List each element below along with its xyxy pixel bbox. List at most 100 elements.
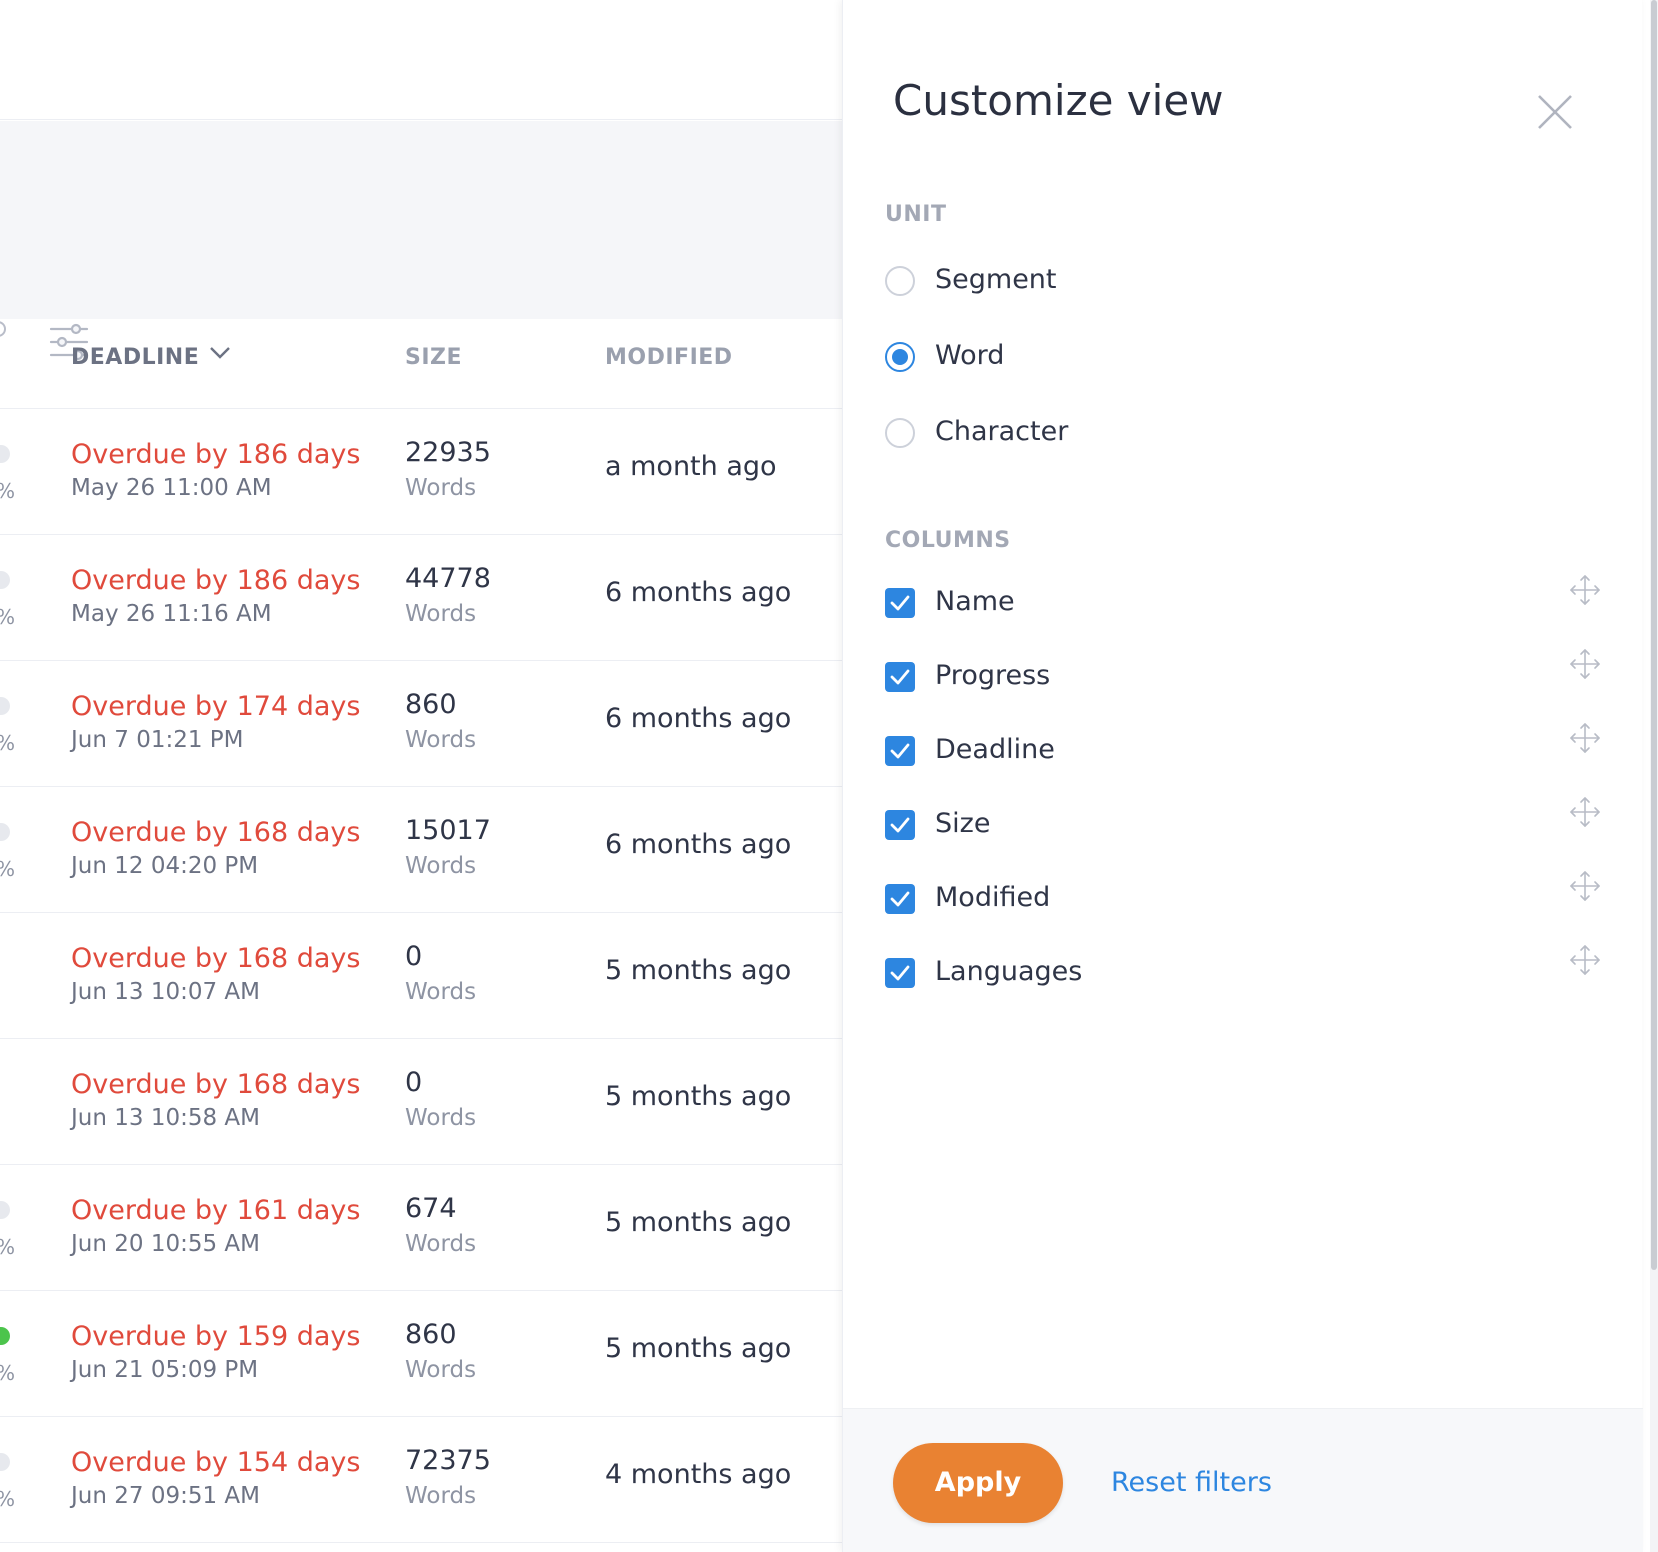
size-value: 72375 <box>405 1445 491 1476</box>
progress-dot <box>0 1453 10 1471</box>
table-row[interactable]: Overdue by 168 days Jun 13 10:58 AM 0 Wo… <box>0 1039 842 1165</box>
progress-dot <box>0 445 10 463</box>
modified-time: 5 months ago <box>605 1207 792 1238</box>
size-value: 15017 <box>405 815 491 846</box>
checkbox[interactable] <box>885 736 915 766</box>
size-unit: Words <box>405 1357 477 1383</box>
table-row[interactable]: % Overdue by 161 days Jun 20 10:55 AM 674… <box>0 1165 842 1291</box>
modified-time: 6 months ago <box>605 703 792 734</box>
top-bar <box>0 0 842 120</box>
unit-option-label: Segment <box>935 264 1057 295</box>
size-value: 860 <box>405 689 457 720</box>
drag-handle-icon[interactable] <box>1569 648 1601 680</box>
apply-button[interactable]: Apply <box>893 1443 1063 1523</box>
table-row[interactable]: Overdue by 168 days Jun 13 10:07 AM 0 Wo… <box>0 913 842 1039</box>
progress-dot <box>0 1201 10 1219</box>
deadline-date: Jun 13 10:58 AM <box>71 1105 260 1131</box>
column-header-deadline[interactable]: DEADLINE <box>71 345 231 370</box>
deadline-overdue-text: Overdue by 161 days <box>71 1195 361 1226</box>
deadline-overdue-text: Overdue by 174 days <box>71 691 361 722</box>
size-unit: Words <box>405 853 477 879</box>
progress-dot <box>0 1327 10 1345</box>
customize-view-panel: Customize view UNIT Segment Word Charact… <box>842 0 1643 1552</box>
column-option-label: Name <box>935 586 1015 617</box>
progress-percent: % <box>0 605 15 629</box>
size-value: 0 <box>405 1067 423 1098</box>
size-unit: Words <box>405 727 477 753</box>
column-option-label: Size <box>935 808 991 839</box>
size-unit: Words <box>405 1483 477 1509</box>
drag-handle-icon[interactable] <box>1569 870 1601 902</box>
checkbox[interactable] <box>885 958 915 988</box>
progress-percent: % <box>0 1235 15 1259</box>
scrollbar[interactable] <box>1650 0 1658 1552</box>
progress-dot <box>0 697 10 715</box>
table-row[interactable]: % Overdue by 154 days Jun 27 09:51 AM 723… <box>0 1417 842 1543</box>
size-value: 44778 <box>405 563 491 594</box>
columns-section-label: COLUMNS <box>885 528 1011 553</box>
size-unit: Words <box>405 1105 477 1131</box>
column-option-name: Name <box>885 575 1605 626</box>
checkbox[interactable] <box>885 588 915 618</box>
projects-table-area: DEADLINE SIZE MODIFIED % Overdue by 186 d… <box>0 0 842 1552</box>
progress-percent: % <box>0 479 15 503</box>
size-value: 674 <box>405 1193 457 1224</box>
checkbox[interactable] <box>885 884 915 914</box>
panel-title: Customize view <box>893 76 1224 125</box>
reset-filters-link[interactable]: Reset filters <box>1111 1467 1272 1498</box>
column-option-progress: Progress <box>885 649 1605 700</box>
progress-percent: % <box>0 857 15 881</box>
column-option-deadline: Deadline <box>885 723 1605 774</box>
column-option-label: Languages <box>935 956 1083 987</box>
scrollbar-thumb[interactable] <box>1651 0 1657 1270</box>
drag-handle-icon[interactable] <box>1569 796 1601 828</box>
table-row[interactable]: %Overdue by 174 days Jun 7 01:21 PM 860 … <box>0 661 842 787</box>
deadline-overdue-text: Overdue by 186 days <box>71 565 361 596</box>
radio-button[interactable] <box>885 342 915 372</box>
size-value: 0 <box>405 941 423 972</box>
drag-handle-icon[interactable] <box>1569 944 1601 976</box>
column-header-deadline-label: DEADLINE <box>71 345 200 370</box>
column-option-label: Progress <box>935 660 1051 691</box>
modified-time: 6 months ago <box>605 577 792 608</box>
checkbox[interactable] <box>885 810 915 840</box>
progress-percent: % <box>0 1487 15 1511</box>
checkbox[interactable] <box>885 662 915 692</box>
progress-dot <box>0 823 10 841</box>
modified-time: 6 months ago <box>605 829 792 860</box>
table-row[interactable]: % Overdue by 186 days May 26 11:00 AM 229… <box>0 409 842 535</box>
size-value: 860 <box>405 1319 457 1350</box>
column-option-languages: Languages <box>885 945 1605 996</box>
size-unit: Words <box>405 1231 477 1257</box>
deadline-date: Jun 21 05:09 PM <box>71 1357 259 1383</box>
size-unit: Words <box>405 979 477 1005</box>
unit-option-label: Word <box>935 340 1005 371</box>
chevron-down-icon <box>210 347 231 359</box>
table-row[interactable]: % Overdue by 168 days Jun 12 04:20 PM 150… <box>0 787 842 913</box>
unit-option-label: Character <box>935 416 1069 447</box>
unit-section-label: UNIT <box>885 202 947 227</box>
size-value: 22935 <box>405 437 491 468</box>
column-option-label: Deadline <box>935 734 1055 765</box>
drag-handle-icon[interactable] <box>1569 722 1601 754</box>
deadline-date: Jun 7 01:21 PM <box>71 727 244 753</box>
table-toolbar <box>0 121 842 361</box>
column-header-modified[interactable]: MODIFIED <box>605 345 733 370</box>
deadline-overdue-text: Overdue by 186 days <box>71 439 361 470</box>
modified-time: 5 months ago <box>605 1333 792 1364</box>
drag-handle-icon[interactable] <box>1569 574 1601 606</box>
deadline-date: Jun 27 09:51 AM <box>71 1483 260 1509</box>
modified-time: a month ago <box>605 451 777 482</box>
deadline-date: Jun 12 04:20 PM <box>71 853 259 879</box>
table-row[interactable]: % Overdue by 159 days Jun 21 05:09 PM 860… <box>0 1291 842 1417</box>
deadline-date: May 26 11:16 AM <box>71 601 272 627</box>
panel-footer: Apply Reset filters <box>843 1408 1643 1552</box>
column-header-size[interactable]: SIZE <box>405 345 462 370</box>
table-row[interactable]: % Overdue by 186 days May 26 11:16 AM 447… <box>0 535 842 661</box>
radio-button[interactable] <box>885 266 915 296</box>
radio-button[interactable] <box>885 418 915 448</box>
close-icon[interactable] <box>1535 92 1575 132</box>
column-option-modified: Modified <box>885 871 1605 922</box>
column-option-label: Modified <box>935 882 1051 913</box>
deadline-date: May 26 11:00 AM <box>71 475 272 501</box>
